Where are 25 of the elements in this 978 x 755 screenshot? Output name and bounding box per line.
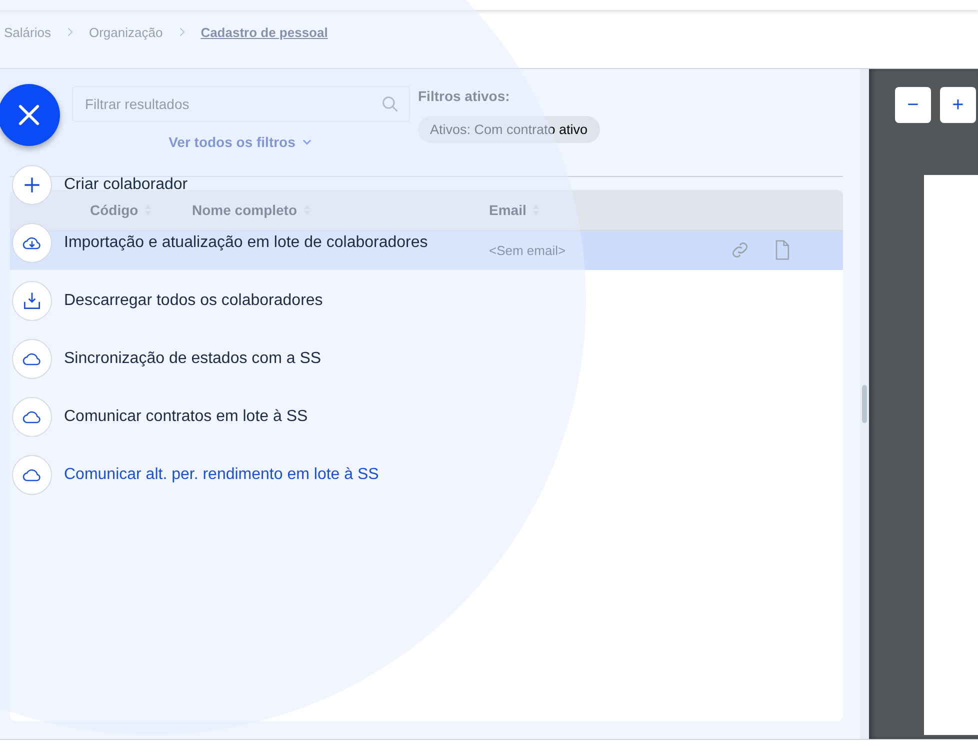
filters-title: Filtros ativos: <box>418 88 511 104</box>
filters-link[interactable]: Ver todos os filtros <box>168 134 314 150</box>
menu-item[interactable]: Sincronização de estados com a SS <box>64 350 322 368</box>
menu-item[interactable]: Criar colaborador <box>64 176 188 194</box>
breadcrumb-link[interactable]: Cadastro de pessoal <box>200 24 328 40</box>
breadcrumb-link[interactable]: Organização <box>88 24 163 40</box>
column-header[interactable]: Nome completo <box>192 202 489 218</box>
menu-item[interactable]: Comunicar alt. per. rendimento em lote à SS <box>64 466 379 484</box>
zoom-in-button[interactable]: + <box>940 87 976 123</box>
filter-chip[interactable]: Ativos: Com contrato ativo <box>418 116 600 143</box>
close-icon <box>16 102 42 128</box>
menu-item[interactable]: Descarregar todos os colaboradores <box>64 292 323 310</box>
zoom-out-button[interactable]: − <box>895 87 931 123</box>
breadcrumb-link[interactable]: Salários <box>4 24 51 40</box>
menu-item[interactable]: Comunicar contratos em lote à SS <box>64 408 308 426</box>
table-cell-text: <Sem email> <box>489 242 567 258</box>
menu-item[interactable]: Importação e atualização em lote de colaboradores <box>64 234 428 252</box>
search-input[interactable]: Filtrar resultados <box>83 95 381 113</box>
splitter-handle[interactable] <box>860 69 869 739</box>
search-field[interactable]: Filtrar resultados <box>72 86 410 122</box>
chevron-icon <box>176 27 187 37</box>
column-header[interactable]: Código <box>54 202 192 218</box>
column-header[interactable]: Email <box>489 202 729 218</box>
chevron-icon <box>64 27 75 37</box>
search-icon <box>381 95 399 113</box>
